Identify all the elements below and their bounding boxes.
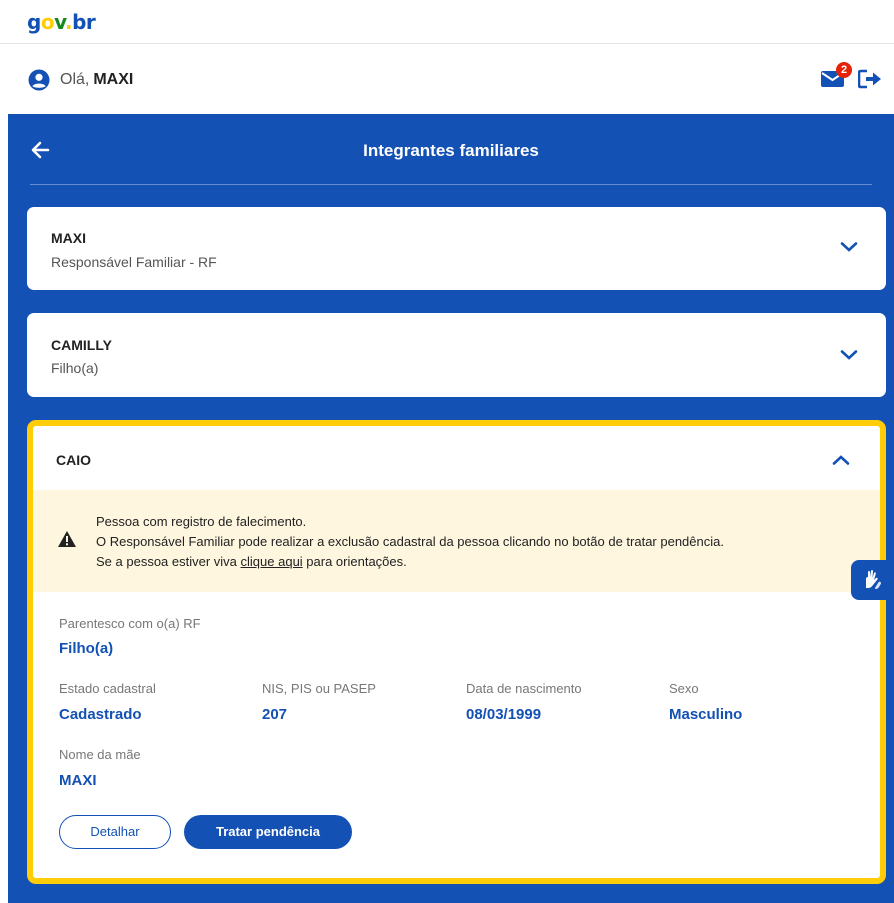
click-here-link[interactable]: clique aqui [241,554,303,569]
user-bar: Olá, MAXI 2 [0,45,894,113]
chevron-down-icon[interactable] [840,241,858,253]
detalhar-button[interactable]: Detalhar [59,815,171,849]
vlibras-accessibility-button[interactable] [851,560,894,600]
sex-label: Sexo [669,681,699,696]
tratar-pendencia-button[interactable]: Tratar pendência [184,815,352,849]
user-name: MAXI [93,71,134,88]
member-relation: Responsável Familiar - RF [51,254,217,270]
chevron-up-icon[interactable] [832,454,850,466]
govbr-logo[interactable]: gov.br [27,10,96,34]
warning-icon [58,531,76,547]
member-card-caio: CAIO Pessoa com registro de falecimento.… [27,420,886,884]
top-bar: gov.br [0,0,894,44]
member-card-camilly[interactable]: CAMILLY Filho(a) [27,313,886,397]
nis-value: 207 [262,706,288,723]
sign-language-hands-icon [866,570,881,589]
parentesco-value: Filho(a) [59,640,114,657]
estado-cadastral-value: Cadastrado [59,706,142,723]
mother-name-value: MAXI [59,772,97,789]
chevron-down-icon[interactable] [840,349,858,361]
header-divider [30,184,872,185]
member-card-maxi[interactable]: MAXI Responsável Familiar - RF [27,207,886,290]
member-relation: Filho(a) [51,360,99,376]
estado-cadastral-label: Estado cadastral [59,681,156,696]
birth-date-value: 08/03/1999 [466,706,542,723]
notification-badge: 2 [836,62,852,78]
main-panel: Integrantes familiares MAXI Responsável … [8,114,894,903]
page-header: Integrantes familiares [8,114,894,184]
member-name: CAMILLY [51,337,112,353]
mother-name-label: Nome da mãe [59,747,141,762]
user-circle-icon[interactable] [28,69,50,91]
death-record-alert: Pessoa com registro de falecimento. O Re… [33,490,880,592]
member-name: MAXI [51,230,86,246]
logout-icon[interactable] [858,69,882,89]
sex-value: Masculino [669,706,743,723]
parentesco-label: Parentesco com o(a) RF [59,616,201,631]
birth-date-label: Data de nascimento [466,681,582,696]
nis-label: NIS, PIS ou PASEP [262,681,376,696]
alert-message: Pessoa com registro de falecimento. O Re… [96,514,724,569]
member-name: CAIO [56,452,91,468]
page-title: Integrantes familiares [363,141,539,160]
member-card-header[interactable]: CAIO [33,426,880,490]
user-greeting: Olá, MAXI [60,71,134,88]
